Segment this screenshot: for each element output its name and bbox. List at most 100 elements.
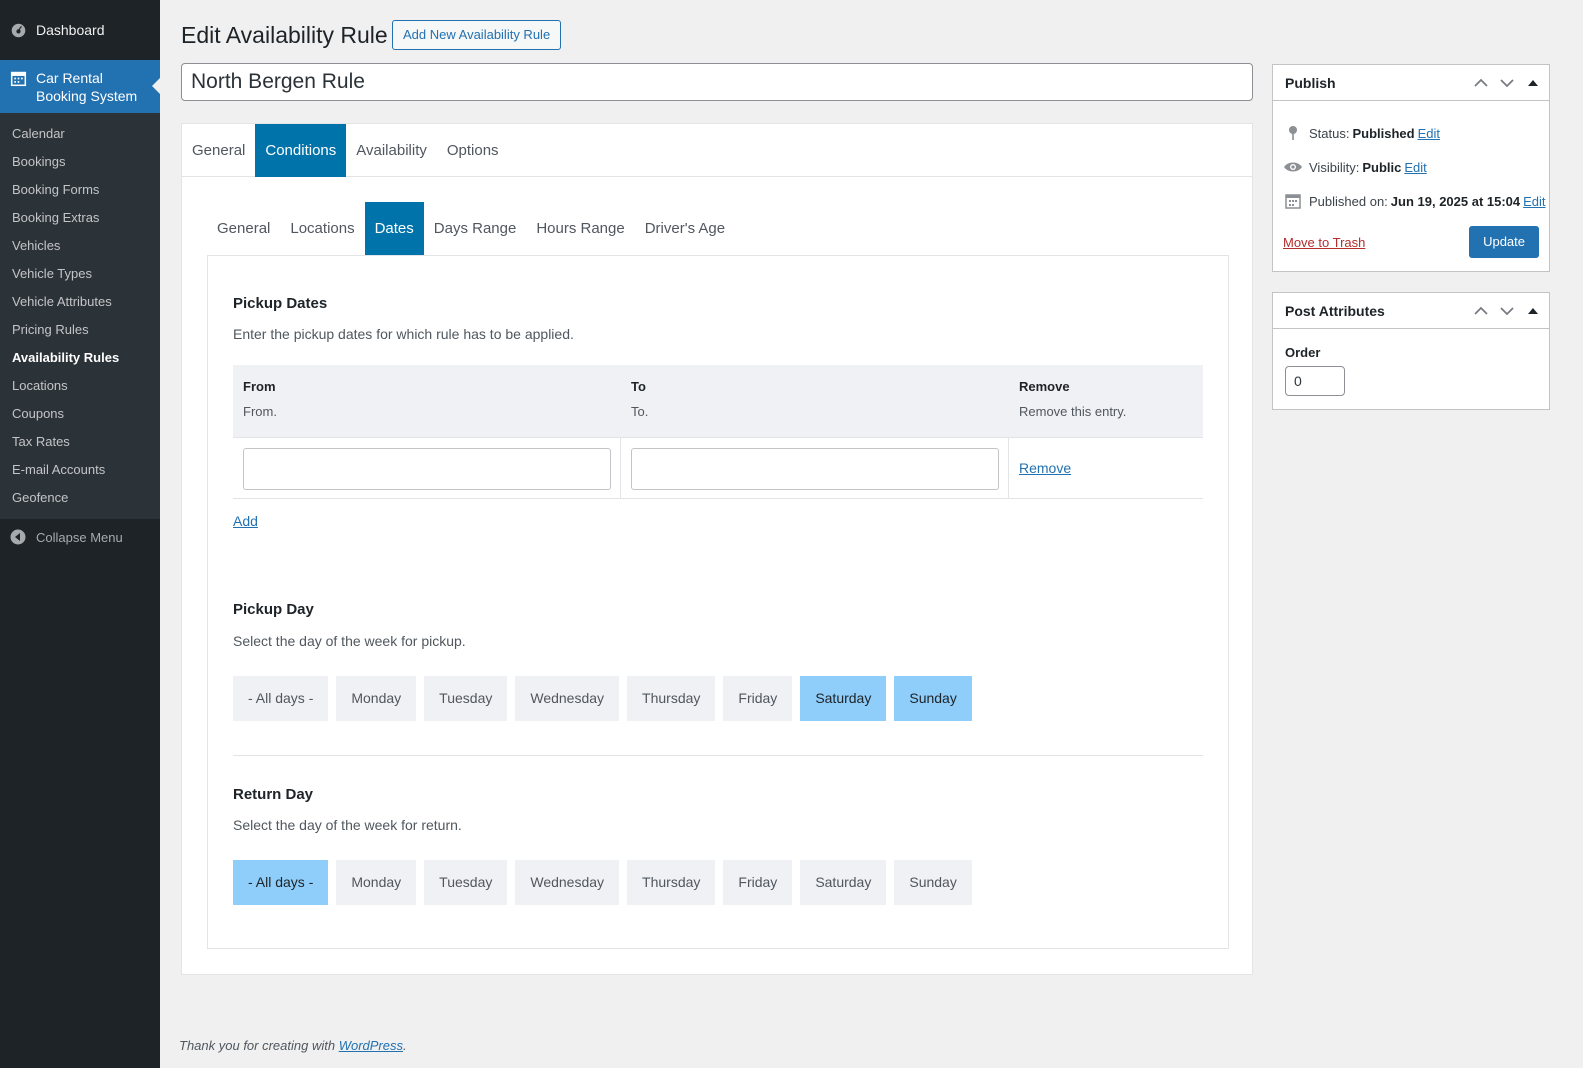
column-header-from: From <box>243 379 276 394</box>
move-to-trash-link[interactable]: Move to Trash <box>1283 235 1365 250</box>
return-day-description: Select the day of the week for return. <box>233 817 462 833</box>
pickup-day-title: Pickup Day <box>233 601 314 618</box>
wordpress-link[interactable]: WordPress <box>339 1038 403 1053</box>
post-attributes-box: Post Attributes Order 0 <box>1272 292 1550 410</box>
sidebar-item-dashboard[interactable]: Dashboard <box>0 0 160 60</box>
pickup-dates-table: From From. To To. Remove Remove this ent… <box>233 365 1203 499</box>
return-day-monday[interactable]: Monday <box>336 860 417 905</box>
page-title: Edit Availability Rule <box>181 22 388 48</box>
visibility-label: Visibility: <box>1309 159 1360 175</box>
subtab-hours-range[interactable]: Hours Range <box>526 202 634 255</box>
pickup-day-all[interactable]: - All days - <box>233 676 329 721</box>
toggle-panel-icon[interactable] <box>1523 301 1543 321</box>
return-day-thursday[interactable]: Thursday <box>627 860 716 905</box>
post-attributes-header: Post Attributes <box>1273 293 1549 329</box>
update-button[interactable]: Update <box>1469 226 1539 258</box>
visibility-row: Visibility: Public Edit <box>1273 150 1549 184</box>
sidebar-item-calendar[interactable]: Calendar <box>0 120 160 148</box>
sidebar-item-booking-extras[interactable]: Booking Extras <box>0 204 160 232</box>
pickup-day-thursday[interactable]: Thursday <box>627 676 716 721</box>
return-day-all[interactable]: - All days - <box>233 860 329 905</box>
pickup-dates-title: Pickup Dates <box>233 295 328 312</box>
add-entry-link[interactable]: Add <box>233 513 258 529</box>
collapse-arrow-icon <box>10 529 26 545</box>
sidebar-item-car-rental[interactable]: Car Rental Booking System <box>0 60 160 113</box>
order-input[interactable]: 0 <box>1285 366 1345 396</box>
pickup-day-wednesday[interactable]: Wednesday <box>515 676 620 721</box>
sidebar-item-coupons[interactable]: Coupons <box>0 400 160 428</box>
pickup-day-monday[interactable]: Monday <box>336 676 417 721</box>
sidebar-item-label: Dashboard <box>36 22 105 38</box>
pickup-day-options: - All days - Monday Tuesday Wednesday Th… <box>233 676 972 721</box>
move-down-icon[interactable] <box>1497 301 1517 321</box>
return-day-wednesday[interactable]: Wednesday <box>515 860 620 905</box>
table-row: Remove <box>233 437 1203 499</box>
add-new-rule-button[interactable]: Add New Availability Rule <box>392 20 562 50</box>
move-up-icon[interactable] <box>1471 301 1491 321</box>
sidebar-item-booking-forms[interactable]: Booking Forms <box>0 176 160 204</box>
table-header: From From. To To. Remove Remove this ent… <box>233 365 1203 437</box>
sidebar-item-vehicle-attributes[interactable]: Vehicle Attributes <box>0 288 160 316</box>
order-label: Order <box>1285 345 1321 360</box>
dates-panel: Pickup Dates Enter the pickup dates for … <box>207 255 1229 949</box>
sidebar-item-locations[interactable]: Locations <box>0 372 160 400</box>
tab-conditions[interactable]: Conditions <box>255 124 347 177</box>
subtab-general[interactable]: General <box>207 202 280 255</box>
post-title-input[interactable]: North Bergen Rule <box>181 63 1253 101</box>
status-value: Published <box>1352 125 1415 141</box>
published-value: Jun 19, 2025 at 15:04 <box>1390 193 1521 209</box>
return-day-saturday[interactable]: Saturday <box>800 860 887 905</box>
move-up-icon[interactable] <box>1471 73 1491 93</box>
to-date-input[interactable] <box>631 448 999 490</box>
publish-box-header: Publish <box>1273 65 1549 101</box>
toggle-panel-icon[interactable] <box>1523 73 1543 93</box>
section-divider <box>233 755 1203 756</box>
subtab-locations[interactable]: Locations <box>280 202 364 255</box>
pickup-day-friday[interactable]: Friday <box>723 676 793 721</box>
move-down-icon[interactable] <box>1497 73 1517 93</box>
column-subheader-to: To. <box>631 404 649 419</box>
pin-icon <box>1283 123 1303 143</box>
sidebar-item-vehicles[interactable]: Vehicles <box>0 232 160 260</box>
sidebar-item-vehicle-types[interactable]: Vehicle Types <box>0 260 160 288</box>
sidebar-item-geofence[interactable]: Geofence <box>0 484 160 512</box>
status-row: Status: Published Edit <box>1273 116 1549 150</box>
subtab-drivers-age[interactable]: Driver's Age <box>635 202 735 255</box>
tab-options[interactable]: Options <box>437 124 509 177</box>
tab-general[interactable]: General <box>182 124 255 177</box>
sidebar-item-bookings[interactable]: Bookings <box>0 148 160 176</box>
sidebar-item-pricing-rules[interactable]: Pricing Rules <box>0 316 160 344</box>
dashboard-icon <box>10 22 27 39</box>
return-day-tuesday[interactable]: Tuesday <box>424 860 508 905</box>
column-subheader-from: From. <box>243 404 277 419</box>
sidebar-item-email-accounts[interactable]: E-mail Accounts <box>0 456 160 484</box>
column-subheader-remove: Remove this entry. <box>1019 404 1127 419</box>
pickup-day-sunday[interactable]: Sunday <box>894 676 972 721</box>
pickup-dates-description: Enter the pickup dates for which rule ha… <box>233 326 574 342</box>
remove-entry-link[interactable]: Remove <box>1019 460 1071 476</box>
return-day-friday[interactable]: Friday <box>723 860 793 905</box>
edit-visibility-link[interactable]: Edit <box>1404 160 1426 175</box>
footer-suffix: . <box>403 1038 407 1053</box>
sidebar-item-availability-rules[interactable]: Availability Rules <box>0 344 160 372</box>
from-date-input[interactable] <box>243 448 611 490</box>
edit-date-link[interactable]: Edit <box>1523 194 1545 209</box>
sidebar-item-tax-rates[interactable]: Tax Rates <box>0 428 160 456</box>
calendar-icon <box>10 70 27 87</box>
pickup-day-saturday[interactable]: Saturday <box>800 676 887 721</box>
admin-sidebar: Dashboard Car Rental Booking System Cale… <box>0 0 160 1068</box>
subtab-days-range[interactable]: Days Range <box>424 202 527 255</box>
return-day-sunday[interactable]: Sunday <box>894 860 972 905</box>
pickup-day-tuesday[interactable]: Tuesday <box>424 676 508 721</box>
sidebar-item-label: Booking System <box>36 88 138 104</box>
main-tabs: General Conditions Availability Options <box>182 124 1252 177</box>
admin-footer: Thank you for creating with WordPress. <box>179 1038 407 1053</box>
edit-status-link[interactable]: Edit <box>1418 126 1440 141</box>
tab-availability[interactable]: Availability <box>346 124 437 177</box>
post-attributes-title: Post Attributes <box>1285 302 1385 319</box>
pickup-day-description: Select the day of the week for pickup. <box>233 633 466 649</box>
calendar-icon <box>1283 191 1303 211</box>
collapse-menu-button[interactable]: Collapse Menu <box>0 519 160 555</box>
subtab-dates[interactable]: Dates <box>364 202 424 255</box>
column-header-remove: Remove <box>1019 379 1070 394</box>
